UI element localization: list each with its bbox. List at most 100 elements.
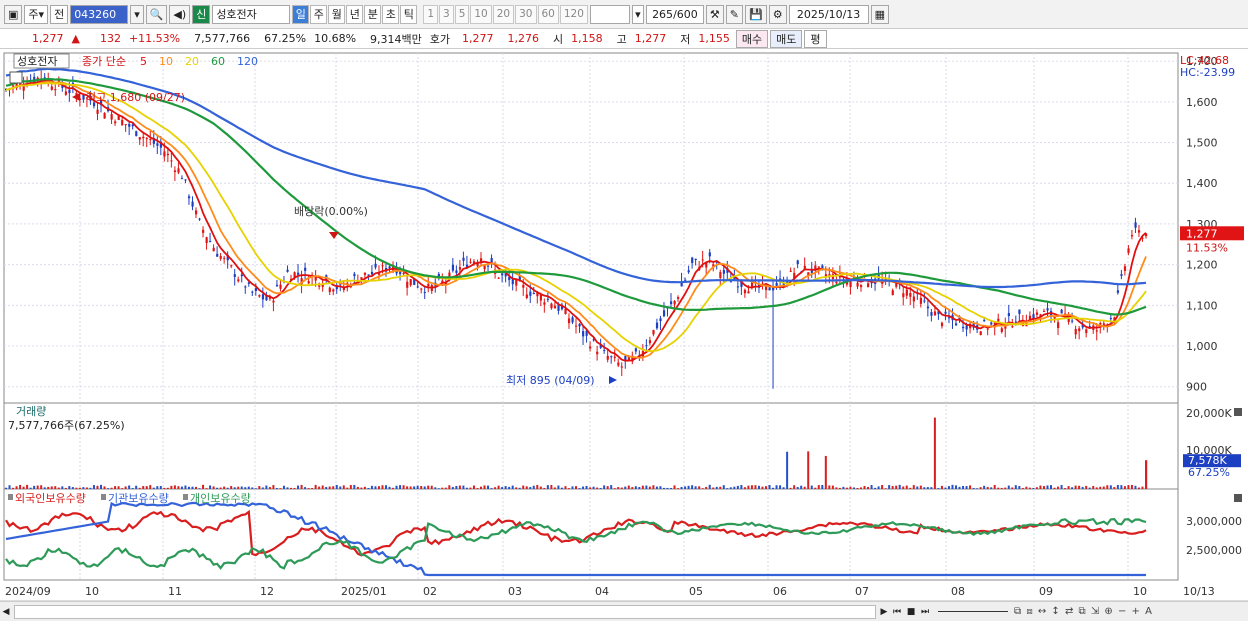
mode-select-1[interactable]: 주 ▾	[24, 4, 49, 24]
vol-bar-256	[905, 485, 908, 489]
vol-bar-241	[852, 487, 855, 489]
vol-bar-228	[807, 451, 810, 489]
individual-holding-line	[5, 517, 1147, 570]
tool-icons[interactable]: ⧉ ⧈ ↔ ↕ ⇄ ⧉ ⇲ ⊕ − + A	[1014, 606, 1248, 617]
scroll-right-icon[interactable]: ▶	[878, 607, 890, 617]
vol-bar-255	[902, 486, 905, 489]
vol-bar-17	[64, 487, 67, 489]
vol-bar-109	[388, 486, 391, 489]
vol-bar-57	[205, 488, 208, 489]
period-4[interactable]: 분	[364, 4, 382, 24]
vol-bar-49	[177, 486, 180, 489]
vol-bar-116	[413, 486, 416, 489]
scrollbar[interactable]: ◀ ▶ ⏮ ■ ⏭ ⧉ ⧈ ↔ ↕ ⇄ ⧉ ⇲ ⊕ − + A	[0, 601, 1248, 621]
search-icon[interactable]: 🔍	[145, 4, 168, 24]
vol-bar-215	[761, 486, 764, 489]
price-change: 132	[99, 32, 121, 45]
period-2[interactable]: 월	[328, 4, 346, 24]
calendar-icon[interactable]: ▦	[870, 4, 889, 24]
interval-1[interactable]: 1	[423, 4, 438, 24]
vol-bar-267	[944, 487, 947, 489]
gear-icon[interactable]: ⚙	[768, 4, 787, 24]
interval-3[interactable]: 3	[439, 4, 454, 24]
vol-bar-86	[307, 488, 310, 489]
mode-select-2[interactable]: 전	[50, 4, 69, 24]
candle-body-99	[353, 273, 356, 277]
candle-body-200	[708, 252, 711, 257]
chart-area[interactable]: 1,700 1,600 1,500 1,400 1,300 1,200 1,100 1,000…	[0, 50, 1248, 621]
layout-icon[interactable]: ▣	[4, 4, 23, 24]
candle-body-141	[501, 273, 504, 276]
blank-select[interactable]	[589, 4, 630, 24]
vol-bar-137	[487, 485, 490, 489]
rewind-icon[interactable]: ⏮	[890, 607, 904, 617]
eval-button[interactable]: 평	[804, 29, 827, 48]
vol-bar-8	[33, 485, 36, 489]
vol-bar-309	[1092, 486, 1095, 489]
candle-body-204	[722, 269, 725, 274]
vol-bar-192	[680, 486, 683, 489]
candle-body-33	[121, 119, 124, 126]
ma-line-60	[5, 77, 1147, 316]
vol-bar-268	[947, 486, 950, 489]
scroll-left-icon[interactable]: ◀	[0, 607, 12, 617]
interval-120[interactable]: 120	[559, 4, 588, 24]
scroll-track[interactable]	[14, 604, 876, 619]
vol-bar-130	[462, 485, 465, 489]
period-1[interactable]: 주	[310, 4, 328, 24]
candle-body-113	[402, 272, 405, 275]
vol-bar-87	[311, 488, 314, 489]
sell-button[interactable]: 매도	[770, 29, 803, 48]
chart-tools-icon[interactable]: ⚒	[705, 4, 724, 24]
count-field[interactable]: 265/600	[645, 4, 704, 24]
interval-10[interactable]: 10	[470, 4, 492, 24]
candle-body-28	[103, 112, 106, 119]
vol-bar-227	[803, 486, 806, 489]
vol-bar-77	[275, 488, 278, 489]
interval-5[interactable]: 5	[454, 4, 470, 24]
vol-bar-231	[817, 485, 820, 489]
vol-bar-188	[666, 487, 669, 489]
vol-bar-25	[92, 485, 95, 489]
buy-button[interactable]: 매수	[735, 29, 769, 48]
dropdown-icon[interactable]: ▾	[130, 4, 144, 24]
vol-bar-286	[1011, 487, 1014, 489]
candle-body-156	[553, 305, 557, 309]
stop-icon[interactable]: ■	[904, 607, 918, 617]
low-annotation: 최저 895 (04/09)	[506, 374, 595, 387]
forward-icon[interactable]: ⏭	[918, 607, 932, 617]
draw-tools-icon[interactable]: ✎	[725, 4, 744, 24]
stock-code-input[interactable]: 043260	[70, 4, 129, 24]
vol-bar-271	[958, 486, 961, 489]
candle-body-257	[909, 293, 912, 297]
legend-ma-120: 120	[237, 55, 258, 68]
date-field[interactable]: 2025/10/13	[788, 4, 869, 24]
period-5[interactable]: 초	[382, 4, 400, 24]
vol-bar-282	[997, 487, 1000, 489]
panel-close-icon-0	[1234, 408, 1242, 416]
period-6[interactable]: 틱	[400, 4, 418, 24]
dropdown-icon-2[interactable]: ▾	[631, 4, 644, 24]
candle-body-316	[1116, 290, 1120, 293]
vol-bar-22	[82, 487, 85, 489]
period-0[interactable]: 일	[292, 4, 310, 24]
interval-20[interactable]: 20	[492, 4, 515, 24]
x-tick-14: 10/13	[1183, 585, 1215, 598]
vol-bar-294	[1039, 485, 1042, 489]
vol-bar-107	[381, 485, 384, 489]
candle-body-303	[1071, 320, 1074, 322]
stock-name-field[interactable]: 성호전자	[212, 4, 291, 24]
zoom-slider[interactable]	[938, 611, 1008, 612]
interval-30[interactable]: 30	[515, 4, 537, 24]
vol-bar-253	[895, 485, 898, 489]
vol-bar-104	[370, 485, 373, 489]
candle-body-119	[423, 292, 426, 294]
save-icon[interactable]: 💾	[745, 4, 767, 24]
candle-body-240	[849, 281, 852, 288]
speaker-icon[interactable]: ◀)	[169, 4, 191, 24]
candle-body-64	[230, 265, 233, 267]
vol-bar-207	[733, 486, 736, 489]
interval-60[interactable]: 60	[537, 4, 559, 24]
period-3[interactable]: 년	[346, 4, 364, 24]
candle-body-172	[610, 356, 613, 358]
